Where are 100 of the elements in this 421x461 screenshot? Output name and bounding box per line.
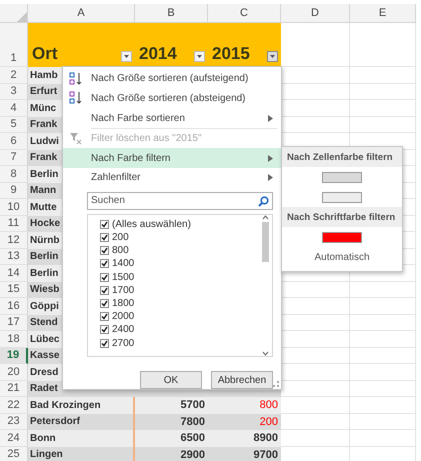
checkbox[interactable] (100, 338, 109, 348)
row-number[interactable]: 25 (0, 446, 28, 461)
submenu-heading: Nach Schriftfarbe filtern (282, 207, 402, 227)
row-number[interactable]: 3 (0, 84, 28, 100)
row-number[interactable]: 19 (0, 348, 28, 364)
row-number[interactable]: 2 (0, 67, 28, 84)
checkbox[interactable] (100, 272, 109, 282)
table-cell (350, 116, 416, 133)
scrollbar[interactable] (259, 214, 272, 356)
color-swatch[interactable] (322, 232, 362, 242)
row-number[interactable]: 4 (0, 100, 28, 116)
row-number[interactable]: 17 (0, 314, 28, 331)
table-cell (281, 397, 350, 414)
table-cell (350, 100, 416, 116)
submenu-heading: Nach Zellenfarbe filtern (282, 147, 402, 167)
color-swatch[interactable] (322, 192, 362, 202)
filter-dropdown-button[interactable] (194, 51, 205, 62)
caret-icon (270, 55, 275, 58)
table-cell (350, 331, 416, 348)
checkbox[interactable] (100, 246, 109, 256)
filter-dropdown-button[interactable] (267, 51, 278, 62)
table-cell: Lingen (28, 446, 135, 461)
table-cell (350, 23, 416, 67)
row-number[interactable]: 6 (0, 133, 28, 150)
value-label: 2700 (112, 338, 134, 349)
row-number[interactable]: 20 (0, 364, 28, 380)
row-number[interactable]: 18 (0, 331, 28, 348)
table-cell: Bonn (28, 430, 135, 446)
scroll-up-icon[interactable] (262, 214, 269, 220)
table-cell: 7800 (135, 414, 208, 430)
table-cell (350, 84, 416, 100)
checkbox[interactable] (100, 312, 109, 322)
table-cell (281, 430, 350, 446)
menu-item[interactable]: Nach Farbe filtern (63, 148, 281, 168)
checkbox[interactable] (100, 220, 109, 229)
table-cell (350, 414, 416, 430)
value-label: 1500 (112, 272, 134, 283)
row-number[interactable]: 5 (0, 116, 28, 133)
sort-ascending-icon (69, 72, 83, 86)
color-swatch[interactable] (322, 172, 362, 182)
column-title: Ort (32, 44, 58, 64)
table-cell: Petersdorf (28, 414, 135, 430)
table-cell (350, 67, 416, 84)
table-cell: 8900 (208, 430, 281, 446)
row-number[interactable]: 10 (0, 199, 28, 216)
column-header[interactable]: C (208, 4, 281, 23)
checkbox[interactable] (100, 298, 109, 308)
column-title: 2014 (139, 44, 177, 64)
row-number[interactable]: 21 (0, 380, 28, 397)
column-header[interactable]: E (350, 4, 416, 23)
caret-icon (124, 55, 129, 58)
ok-button[interactable]: OK (140, 371, 202, 390)
value-label: 1700 (112, 284, 134, 296)
row-number[interactable]: 11 (0, 216, 28, 232)
value-label: 1800 (112, 298, 134, 309)
clear-filter-icon (69, 132, 82, 146)
table-cell (350, 430, 416, 446)
table-cell: 800 (208, 397, 281, 414)
table-cell (350, 282, 416, 298)
row-number[interactable]: 13 (0, 248, 28, 265)
checkbox[interactable] (100, 259, 109, 268)
table-cell (350, 380, 416, 397)
table-cell (350, 364, 416, 380)
row-number[interactable]: 15 (0, 282, 28, 298)
table-cell: 9700 (208, 446, 281, 461)
checkbox[interactable] (100, 233, 109, 242)
checkbox[interactable] (100, 325, 109, 334)
table-cell (281, 414, 350, 430)
cancel-button[interactable]: Abbrechen (211, 371, 273, 390)
column-title: 2015 (212, 44, 250, 64)
row-number[interactable]: 16 (0, 298, 28, 314)
table-cell: Bad Krozingen (28, 397, 135, 414)
table-cell (350, 397, 416, 414)
row-number[interactable]: 24 (0, 430, 28, 446)
search-field[interactable]: Suchen (87, 192, 273, 210)
table-cell (350, 298, 416, 314)
column-header[interactable]: A (28, 4, 135, 23)
row-number[interactable]: 1 (0, 23, 28, 67)
table-cell (350, 314, 416, 331)
row-number[interactable]: 8 (0, 166, 28, 182)
filter-dropdown-button[interactable] (121, 51, 132, 62)
scrollbar-thumb[interactable] (262, 222, 269, 262)
table-cell (281, 23, 350, 67)
row-number[interactable]: 23 (0, 414, 28, 430)
table-cell (350, 348, 416, 364)
table-cell: 6500 (135, 430, 208, 446)
column-header[interactable]: D (281, 4, 350, 23)
table-cell: 200 (208, 414, 281, 430)
row-number[interactable]: 9 (0, 182, 28, 199)
sort-descending-icon (69, 91, 83, 106)
row-number[interactable]: 14 (0, 265, 28, 282)
resize-grip-icon[interactable] (273, 381, 279, 387)
row-number[interactable]: 7 (0, 150, 28, 166)
row-number[interactable]: 12 (0, 232, 28, 248)
row-number[interactable]: 22 (0, 397, 28, 414)
column-header[interactable]: B (135, 4, 208, 23)
scroll-down-icon[interactable] (262, 351, 269, 356)
value-label: 200 (112, 232, 129, 244)
checkbox[interactable] (100, 286, 109, 295)
menu-item[interactable]: Automatisch (314, 252, 370, 262)
